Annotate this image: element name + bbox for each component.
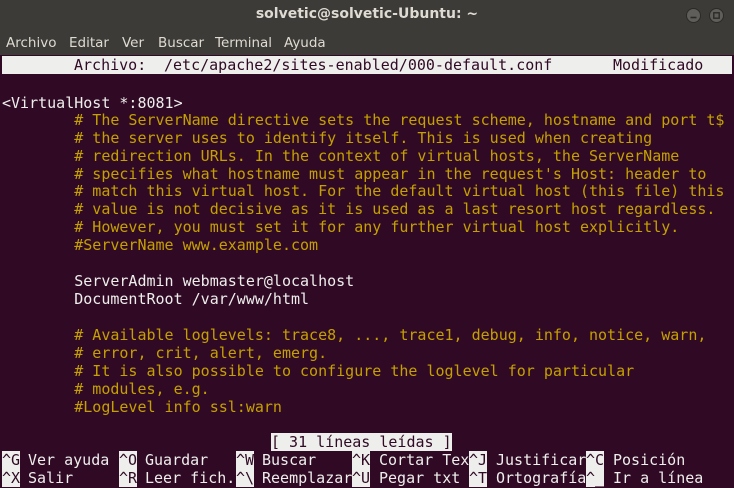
code-line: ServerAdmin webmaster@localhost [2,272,355,290]
shortcut-key: ^O [119,451,138,469]
code-line: # error, crit, alert, emerg. [2,344,328,362]
shortcut-key: ^\ [236,469,255,487]
shortcut-label[interactable]: Guardar [145,451,208,469]
code-line: # match this virtual host. For the defau… [2,182,725,200]
shortcut-key: ^G [2,451,21,469]
shortcut-label[interactable]: Ortografía [496,469,586,487]
shortcut-key: ^X [2,469,21,487]
maximize-button[interactable] [709,8,724,23]
menu-buscar[interactable]: Buscar [158,35,204,51]
menu-terminal[interactable]: Terminal [215,35,272,51]
shortcut-label[interactable]: Justificar [496,451,586,469]
code-line: # It is also possible to configure the l… [2,362,635,380]
code-line: <VirtualHost *:8081> [2,94,183,112]
code-line: # redirection URLs. In the context of vi… [2,147,680,165]
nano-header-label: Archivo: [74,56,147,74]
shortcut-key: ^_ [586,469,605,487]
nano-header-status: Modificado [613,56,704,74]
code-line: # specifies what hostname must appear in… [2,165,707,183]
window-titlebar: solvetic@solvetic-Ubuntu: ~ [0,0,734,30]
maximize-icon [713,12,720,19]
code-line: # value is not decisive as it is used as… [2,200,716,218]
status-message: [ 31 líneas leídas ] [271,433,452,451]
menu-bar: Archivo Editar Ver Buscar Terminal Ayuda [0,30,734,55]
menu-ayuda[interactable]: Ayuda [284,35,326,51]
nano-header-path: /etc/apache2/sites-enabled/000-default.c… [164,56,553,74]
shortcut-key: ^J [469,451,488,469]
code-line: # The ServerName directive sets the requ… [2,111,725,129]
menu-editar[interactable]: Editar [69,35,109,51]
shortcut-label[interactable]: Leer fich. [145,469,235,487]
shortcut-label[interactable]: Reemplazar [262,469,352,487]
shortcut-label[interactable]: Cortar Tex [379,451,469,469]
menu-archivo[interactable]: Archivo [6,35,56,51]
shortcut-key: ^C [586,451,605,469]
code-line: #LogLevel info ssl:warn [2,398,282,416]
terminal-area[interactable]: Archivo: /etc/apache2/sites-enabled/000-… [0,56,734,488]
shortcut-label[interactable]: Salir [28,469,73,487]
minimize-button[interactable] [686,8,701,23]
code-line: # However, you must set it for any furth… [2,218,680,236]
shortcut-key: ^U [352,469,371,487]
code-line: # modules, e.g. [2,380,210,398]
shortcut-key: ^K [352,451,371,469]
code-line: # Available loglevels: trace8, ..., trac… [2,326,707,344]
minimize-icon [690,16,697,19]
code-line: DocumentRoot /var/www/html [2,290,310,308]
code-line: #ServerName www.example.com [2,236,319,254]
shortcut-label[interactable]: Buscar [262,451,316,469]
shortcut-label[interactable]: Posición [613,451,685,469]
shortcut-label[interactable]: Ver ayuda [28,451,109,469]
shortcut-key: ^T [469,469,488,487]
shortcut-key: ^W [236,451,255,469]
nano-header-edge [722,56,732,74]
menu-ver[interactable]: Ver [122,35,144,51]
window-title: solvetic@solvetic-Ubuntu: ~ [255,6,479,22]
shortcut-label[interactable]: Pegar txt [379,469,460,487]
shortcut-key: ^R [119,469,138,487]
code-line: # the server uses to identify itself. Th… [2,129,653,147]
shortcut-label[interactable]: Ir a línea [613,469,703,487]
